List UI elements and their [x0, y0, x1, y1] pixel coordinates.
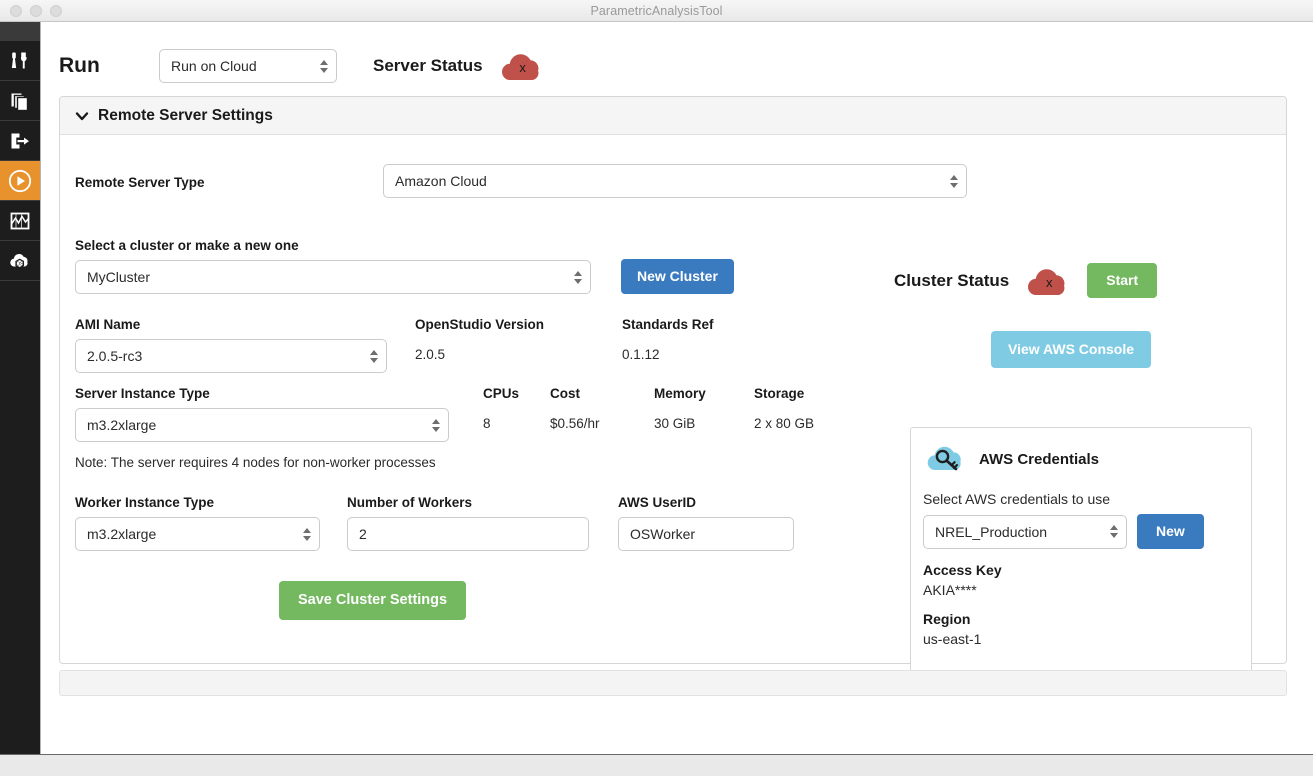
run-header: Run Run on Cloud Server Status x [59, 36, 549, 96]
close-button[interactable] [10, 5, 22, 17]
worker-instance-select[interactable]: m3.2xlarge [75, 517, 320, 551]
sidebar-item-run[interactable] [0, 161, 40, 201]
copy-icon [9, 90, 31, 112]
panel-header[interactable]: Remote Server Settings [60, 97, 1286, 135]
openstudio-version-value: 2.0.5 [415, 347, 446, 362]
start-cluster-button[interactable]: Start [1087, 263, 1158, 298]
sidebar: OS [0, 22, 40, 754]
panel-body: Remote Server Type Amazon Cloud Select a… [60, 135, 1286, 675]
cloud-os-icon: OS [8, 250, 32, 272]
panel-title: Remote Server Settings [98, 106, 273, 124]
aws-credentials-card: AWS Credentials Select AWS credentials t… [910, 427, 1252, 675]
standards-ref-label: Standards Ref [622, 317, 714, 332]
cpus-value: 8 [483, 416, 491, 431]
server-nodes-note: Note: The server requires 4 nodes for no… [75, 455, 436, 470]
minimize-button[interactable] [30, 5, 42, 17]
cluster-status-group: Cluster Status x Start [894, 263, 1158, 298]
aws-credentials-header: AWS Credentials [911, 428, 1251, 479]
sidebar-item-duplicate[interactable] [0, 81, 40, 121]
remote-server-settings-panel: Remote Server Settings Remote Server Typ… [59, 96, 1287, 675]
server-instance-type-label: Server Instance Type [75, 386, 210, 401]
aws-credentials-select[interactable]: NREL_Production [923, 514, 1127, 549]
window-title: ParametricAnalysisTool [590, 3, 723, 18]
storage-value: 2 x 80 GB [754, 416, 815, 431]
sidebar-item-tools[interactable] [0, 41, 40, 81]
cluster-status-badge: x [1023, 264, 1075, 298]
cluster-status-mark: x [1046, 274, 1053, 290]
sidebar-cap [0, 22, 40, 41]
remote-server-type-label: Remote Server Type [75, 175, 205, 190]
ami-select-wrap: 2.0.5-rc3 [75, 339, 387, 373]
cluster-select[interactable]: MyCluster [75, 260, 591, 294]
number-of-workers-input[interactable] [347, 517, 589, 551]
view-aws-console-button[interactable]: View AWS Console [991, 331, 1152, 368]
sidebar-filler [0, 303, 40, 754]
remote-server-type-select-wrap: Amazon Cloud [383, 164, 967, 198]
storage-label: Storage [754, 386, 805, 401]
sidebar-item-cloud[interactable]: OS [0, 241, 40, 281]
server-status-group: Server Status x [373, 49, 549, 83]
cpus-label: CPUs [483, 386, 520, 401]
collapsed-panel-bar[interactable] [59, 670, 1287, 696]
chart-icon [9, 210, 31, 232]
region-value: us-east-1 [923, 631, 982, 647]
worker-instance-type-label: Worker Instance Type [75, 495, 215, 510]
server-instance-select-wrap: m3.2xlarge [75, 408, 449, 442]
bottom-strip [0, 754, 1313, 776]
run-target-select-wrap: Run on Cloud [159, 49, 337, 83]
run-target-select[interactable]: Run on Cloud [159, 49, 337, 83]
worker-instance-select-wrap: m3.2xlarge [75, 517, 320, 551]
server-status-badge: x [497, 49, 549, 83]
memory-label: Memory [654, 386, 706, 401]
title-bar: ParametricAnalysisTool [0, 0, 1313, 22]
aws-credentials-select-label: Select AWS credentials to use [923, 491, 1111, 507]
cost-value: $0.56/hr [550, 416, 600, 431]
aws-credentials-title: AWS Credentials [979, 451, 1100, 468]
chevron-down-icon [75, 109, 89, 123]
server-instance-select[interactable]: m3.2xlarge [75, 408, 449, 442]
access-key-value: AKIA**** [923, 582, 977, 598]
svg-text:OS: OS [16, 261, 24, 267]
access-key-label: Access Key [923, 562, 1002, 578]
window-controls [10, 5, 62, 17]
number-of-workers-label: Number of Workers [347, 495, 473, 510]
aws-credentials-select-row: NREL_Production New [911, 507, 1251, 549]
save-cluster-settings-button[interactable]: Save Cluster Settings [279, 581, 467, 620]
tools-icon [9, 50, 31, 72]
cluster-label: Select a cluster or make a new one [75, 238, 299, 253]
cluster-select-wrap: MyCluster [75, 260, 591, 294]
cloud-key-icon [923, 440, 969, 479]
aws-userid-input[interactable] [618, 517, 794, 551]
new-cluster-button[interactable]: New Cluster [621, 259, 734, 294]
sidebar-item-export[interactable] [0, 121, 40, 161]
region-label: Region [923, 611, 971, 627]
aws-credentials-select-wrap: NREL_Production [923, 514, 1127, 549]
standards-ref-value: 0.1.12 [622, 347, 660, 362]
new-credentials-button[interactable]: New [1137, 514, 1204, 549]
openstudio-version-label: OpenStudio Version [415, 317, 545, 332]
server-status-label: Server Status [373, 56, 483, 75]
main-content: Run Run on Cloud Server Status x Remote … [40, 22, 1313, 754]
cluster-status-label: Cluster Status [894, 270, 1010, 290]
ami-name-label: AMI Name [75, 317, 141, 332]
export-arrow-icon [9, 130, 31, 152]
remote-server-type-select[interactable]: Amazon Cloud [383, 164, 967, 198]
run-label: Run [59, 54, 100, 77]
aws-userid-label: AWS UserID [618, 495, 697, 510]
memory-value: 30 GiB [654, 416, 696, 431]
cost-label: Cost [550, 386, 580, 401]
ami-select[interactable]: 2.0.5-rc3 [75, 339, 387, 373]
zoom-button[interactable] [50, 5, 62, 17]
application-window: ParametricAnalysisTool OS Run Run on Clo… [0, 0, 1313, 776]
sidebar-item-results[interactable] [0, 201, 40, 241]
play-icon [7, 168, 33, 194]
server-status-mark: x [519, 60, 526, 75]
